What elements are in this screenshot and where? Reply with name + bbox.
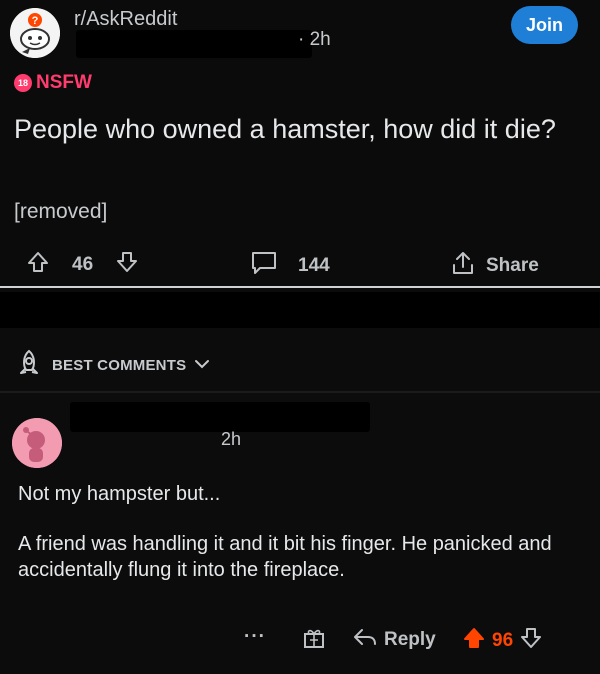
post-body: [removed] [14, 200, 108, 223]
more-options-button[interactable]: ··· [244, 626, 266, 648]
nsfw-tag: 18 NSFW [14, 72, 92, 94]
rocket-icon [14, 348, 44, 382]
post-age: · 2h [298, 29, 331, 50]
comment-icon [250, 250, 278, 282]
subreddit-avatar[interactable]: ? [10, 8, 60, 58]
snoo-avatar-icon [12, 418, 62, 468]
comment-age: 2h [221, 429, 242, 449]
nsfw-label: NSFW [36, 72, 92, 93]
section-gap [0, 292, 600, 328]
comment-vote-group: 96 [462, 626, 543, 656]
post-divider [0, 286, 600, 288]
share-icon [450, 250, 476, 282]
sort-divider [0, 391, 600, 393]
upvote-filled-icon[interactable] [462, 626, 486, 656]
share-button[interactable]: Share [450, 250, 539, 282]
share-label: Share [486, 255, 539, 276]
post-card: ? r/AskReddit · 2h Join 18 NSFW People w… [0, 0, 600, 292]
upvote-count: 46 [72, 254, 94, 275]
downvote-icon[interactable] [115, 250, 139, 280]
comment-action-bar: ··· Reply 96 [0, 622, 600, 656]
reply-button[interactable]: Reply [352, 626, 436, 654]
comment-sort-dropdown[interactable]: BEST COMMENTS [14, 348, 210, 382]
reply-label: Reply [384, 629, 436, 650]
svg-text:?: ? [32, 15, 39, 27]
vote-group: 46 [26, 250, 139, 280]
comment-score: 96 [492, 630, 514, 651]
comment-text-body: A friend was handling it and it bit his … [18, 533, 552, 581]
downvote-icon[interactable] [519, 626, 543, 656]
upvote-icon[interactable] [26, 250, 50, 280]
comments-section: BEST COMMENTS 2h Not my hampster but... … [0, 328, 600, 674]
comments-button[interactable]: 144 [250, 250, 330, 282]
comment-text-line1: Not my hampster but... [18, 483, 221, 505]
redacted-commenter-name [70, 402, 370, 432]
snoo-icon: ? [10, 8, 60, 58]
comment-count: 144 [298, 255, 330, 276]
gift-icon [302, 626, 326, 656]
award-button[interactable] [302, 626, 326, 656]
post-action-bar: 46 144 Share [0, 242, 600, 282]
nsfw-18-icon: 18 [14, 74, 32, 92]
redacted-username [76, 30, 312, 58]
chevron-down-icon [194, 357, 210, 374]
join-button[interactable]: Join [511, 6, 578, 44]
subreddit-name[interactable]: r/AskReddit [74, 8, 177, 31]
commenter-avatar[interactable] [12, 418, 62, 468]
reply-arrow-icon [352, 626, 378, 654]
sort-label: BEST COMMENTS [52, 356, 187, 374]
post-title[interactable]: People who owned a hamster, how did it d… [14, 112, 584, 147]
